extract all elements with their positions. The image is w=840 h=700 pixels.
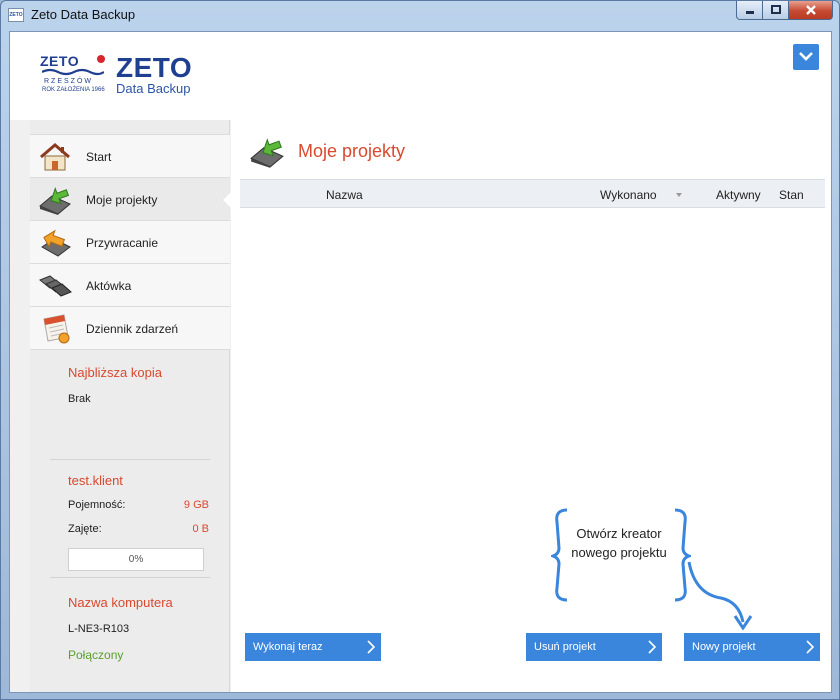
callout-text: Otwórz kreator nowego projektu [571, 526, 667, 560]
sidebar: Start Moje projekty Przywracanie Aktówka… [30, 120, 231, 692]
calendar-log-icon [43, 314, 70, 344]
sidebar-item-restore[interactable]: Przywracanie [30, 221, 230, 264]
sidebar-item-start[interactable]: Start [30, 135, 230, 178]
projects-table-header: Nazwa Wykonano Aktywny Stan [240, 179, 825, 208]
briefcase-icon [39, 275, 72, 297]
window-title: Zeto Data Backup [31, 7, 136, 22]
storage-progress-bar: 0% [68, 548, 204, 571]
column-header-status[interactable]: Stan [779, 188, 804, 202]
capacity-value: 9 GB [183, 499, 209, 511]
new-project-button[interactable]: Nowy projekt [684, 633, 820, 661]
sidebar-item-event-log[interactable]: Dziennik zdarzeń [30, 307, 230, 350]
button-label: Wykonaj teraz [253, 641, 323, 653]
logo-city: RZESZÓW [44, 78, 93, 85]
sort-arrow-icon [676, 193, 682, 197]
brand-subtitle: Data Backup [116, 81, 191, 96]
client-area: ZETO RZESZÓW ROK ZAŁOŻENIA 1966 ZETO Dat… [9, 31, 832, 693]
next-backup-value: Brak [68, 393, 91, 405]
projects-table-body[interactable] [240, 208, 825, 508]
zeto-logo: ZETO RZESZÓW ROK ZAŁOŻENIA 1966 [40, 53, 106, 97]
used-value: 0 B [192, 523, 209, 535]
restore-icon [41, 229, 71, 257]
projects-icon [39, 186, 71, 215]
maximize-icon [770, 5, 781, 14]
callout-hint: Otwórz kreator nowego projektu [551, 508, 691, 604]
logo-year: ROK ZAŁOŻENIA 1966 [42, 87, 105, 93]
button-label: Nowy projekt [692, 641, 756, 653]
column-header-done[interactable]: Wykonano [600, 188, 657, 202]
next-backup-title: Najbliższa kopia [68, 365, 162, 380]
divider [50, 459, 210, 460]
app-window: ZETO Zeto Data Backup ZETO RZESZÓW ROK Z… [0, 0, 840, 700]
close-button[interactable] [789, 1, 833, 20]
active-pointer [223, 192, 231, 208]
button-label: Usuń projekt [534, 641, 596, 653]
computer-title: Nazwa komputera [68, 595, 173, 610]
chevron-right-icon [806, 640, 815, 654]
close-icon [805, 5, 816, 15]
projects-icon [250, 138, 284, 168]
main-panel: Moje projekty Nazwa Wykonano Aktywny Sta… [231, 120, 831, 692]
page-title: Moje projekty [298, 141, 406, 161]
logo-dot [97, 55, 105, 63]
logo-wave-icon [42, 68, 104, 76]
minimize-button[interactable] [736, 1, 763, 20]
app-header: ZETO RZESZÓW ROK ZAŁOŻENIA 1966 ZETO Dat… [10, 32, 831, 120]
sidebar-item-label: Aktówka [86, 279, 132, 293]
divider [50, 577, 210, 578]
column-header-active[interactable]: Aktywny [716, 188, 761, 202]
capacity-label: Pojemność: [68, 499, 126, 511]
sidebar-item-label: Moje projekty [86, 193, 158, 207]
run-now-button[interactable]: Wykonaj teraz [245, 633, 381, 661]
delete-project-button[interactable]: Usuń projekt [526, 633, 662, 661]
chevron-down-icon [799, 52, 813, 61]
chevron-right-icon [648, 640, 657, 654]
app-icon: ZETO [8, 8, 24, 22]
column-header-name[interactable]: Nazwa [326, 188, 363, 202]
menu-dropdown-button[interactable] [793, 44, 819, 70]
sidebar-item-briefcase[interactable]: Aktówka [30, 264, 230, 307]
body-area: Start Moje projekty Przywracanie Aktówka… [10, 120, 831, 692]
home-icon [40, 143, 70, 171]
sidebar-item-label: Start [86, 150, 112, 164]
storage-progress-text: 0% [128, 554, 144, 565]
minimize-icon [745, 11, 754, 14]
account-title: test.klient [68, 473, 123, 488]
connection-status: Połączony [68, 648, 124, 662]
sidebar-item-label: Przywracanie [86, 236, 159, 250]
brand-name: ZETO [116, 52, 193, 83]
computer-name: L-NE3-R103 [68, 623, 130, 635]
title-bar[interactable]: ZETO Zeto Data Backup [1, 1, 839, 29]
used-label: Zajęte: [68, 523, 102, 535]
logo-text: ZETO [40, 53, 80, 69]
sidebar-item-label: Dziennik zdarzeń [86, 322, 179, 336]
maximize-button[interactable] [763, 1, 789, 20]
chevron-right-icon [367, 640, 376, 654]
sidebar-item-projects[interactable]: Moje projekty [30, 178, 231, 221]
sidebar-nav: Start Moje projekty Przywracanie Aktówka… [30, 134, 231, 350]
window-controls [736, 1, 833, 20]
curved-arrow-icon [687, 561, 753, 630]
